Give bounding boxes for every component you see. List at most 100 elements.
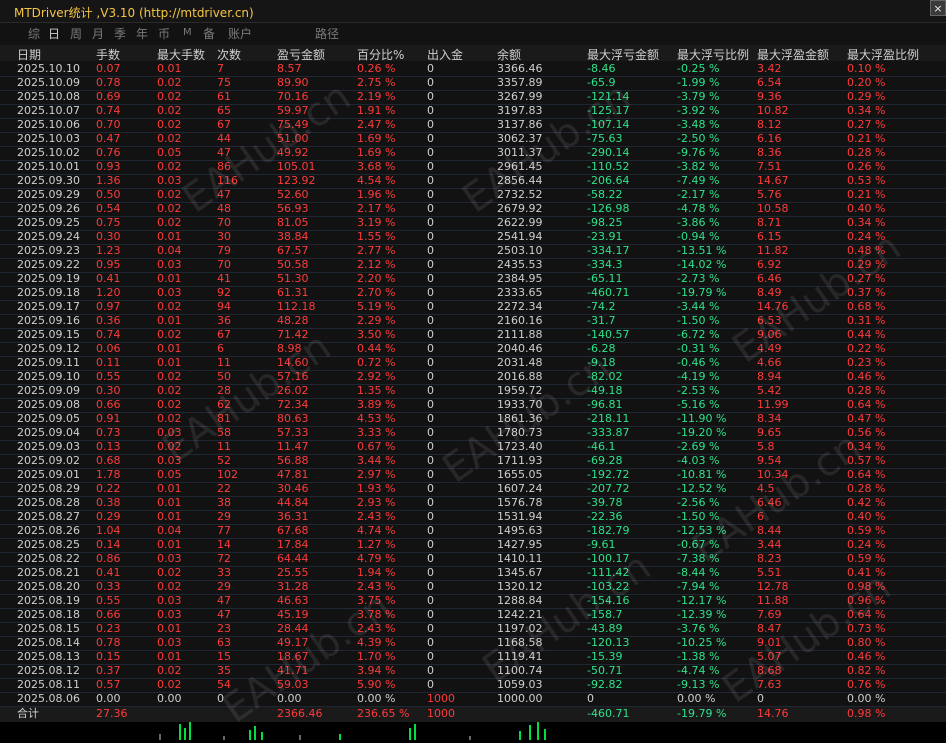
tab-summary[interactable]: 综 [28, 25, 40, 42]
close-button[interactable]: × [930, 0, 946, 16]
cell-trades: 77 [217, 524, 231, 537]
table-row[interactable]: 2025.08.11 0.57 0.02 54 59.03 5.90 % 0 1059.03 -… [0, 678, 946, 693]
table-row[interactable]: 2025.09.03 0.13 0.02 11 11.47 0.67 % 0 1723.40 -… [0, 440, 946, 455]
table-row[interactable]: 2025.08.19 0.55 0.03 47 46.63 3.75 % 0 1288.84 -… [0, 594, 946, 609]
table-row[interactable]: 2025.10.08 0.69 0.02 61 70.16 2.19 % 0 3267.99 -… [0, 90, 946, 105]
tab-daily[interactable]: 日 [48, 25, 60, 42]
header-lots[interactable]: 手数 [96, 46, 120, 63]
table-row[interactable]: 2025.09.04 0.73 0.03 58 57.33 3.33 % 0 1780.73 -… [0, 426, 946, 441]
header-max-lots[interactable]: 最大手数 [157, 46, 205, 63]
table-row[interactable]: 2025.09.22 0.95 0.03 70 50.58 2.12 % 0 2435.53 -… [0, 258, 946, 273]
header-percent[interactable]: 百分比% [357, 46, 404, 63]
table-row[interactable]: 2025.09.15 0.74 0.02 67 71.42 3.50 % 0 2111.88 -… [0, 328, 946, 343]
table-row[interactable]: 2025.08.18 0.66 0.03 47 45.19 3.78 % 0 1242.21 -… [0, 608, 946, 623]
cell-max-fp-amount: 4.66 [757, 356, 782, 369]
table-row[interactable]: 2025.08.27 0.29 0.01 29 36.31 2.43 % 0 1531.94 -… [0, 510, 946, 525]
cell-lots: 0.06 [96, 342, 121, 355]
header-deposit[interactable]: 出入金 [427, 46, 463, 63]
cell-lots: 0.55 [96, 594, 121, 607]
table-row[interactable]: 2025.09.30 1.36 0.03 116 123.92 4.54 % 0 2856.4… [0, 174, 946, 189]
total-max-fp-amount: 14.76 [757, 707, 789, 720]
tab-quarterly[interactable]: 季 [114, 25, 126, 42]
cell-max-dd-amount: -107.14 [587, 118, 630, 131]
table-row[interactable]: 2025.08.06 0.00 0.00 0 0.00 0.00 % 1000 1000.00… [0, 692, 946, 707]
cell-lots: 0.15 [96, 650, 121, 663]
table-row[interactable]: 2025.09.25 0.75 0.02 70 81.05 3.19 % 0 2622.99 -… [0, 216, 946, 231]
table-row[interactable]: 2025.09.08 0.66 0.02 62 72.34 3.89 % 0 1933.70 -… [0, 398, 946, 413]
table-row[interactable]: 2025.10.03 0.47 0.02 44 51.00 1.69 % 0 3062.37 -… [0, 132, 946, 147]
cell-percent: 1.96 % [357, 188, 396, 201]
header-trades[interactable]: 次数 [217, 46, 241, 63]
cell-pnl: 26.02 [277, 384, 309, 397]
table-row[interactable]: 2025.08.25 0.14 0.01 14 17.84 1.27 % 0 1427.95 -… [0, 538, 946, 553]
tab-yearly[interactable]: 年 [136, 25, 148, 42]
tab-weekly[interactable]: 周 [70, 25, 82, 42]
header-max-dd-amount[interactable]: 最大浮亏金额 [587, 46, 659, 63]
table-row[interactable]: 2025.08.22 0.86 0.03 72 64.44 4.79 % 0 1410.11 -… [0, 552, 946, 567]
cell-pnl: 59.97 [277, 104, 309, 117]
tab-symbol[interactable]: 币 [158, 25, 170, 42]
header-max-dd-pct[interactable]: 最大浮亏比例 [677, 46, 749, 63]
cell-date: 2025.09.24 [17, 230, 80, 243]
cell-max-dd-pct: -4.19 % [677, 370, 720, 383]
cell-trades: 47 [217, 608, 231, 621]
cell-lots: 0.74 [96, 328, 121, 341]
table-row[interactable]: 2025.09.09 0.30 0.02 28 26.02 1.35 % 0 1959.72 -… [0, 384, 946, 399]
cell-date: 2025.08.29 [17, 482, 80, 495]
table-row[interactable]: 2025.10.01 0.93 0.02 86 105.01 3.68 % 0 2961.45… [0, 160, 946, 175]
cell-max-dd-pct: -3.82 % [677, 160, 720, 173]
table-row[interactable]: 2025.09.18 1.20 0.03 92 61.31 2.70 % 0 2333.65 -… [0, 286, 946, 301]
table-row[interactable]: 2025.08.29 0.22 0.01 22 30.46 1.93 % 0 1607.24 -… [0, 482, 946, 497]
cell-trades: 28 [217, 384, 231, 397]
cell-max-lots: 0.01 [157, 356, 182, 369]
cell-pnl: 67.68 [277, 524, 309, 537]
header-max-fp-amount[interactable]: 最大浮盈金额 [757, 46, 829, 63]
table-row[interactable]: 2025.09.26 0.54 0.02 48 56.93 2.17 % 0 2679.92 -… [0, 202, 946, 217]
tab-account[interactable]: 账户 [228, 25, 252, 42]
table-row[interactable]: 2025.09.10 0.55 0.02 50 57.16 2.92 % 0 2016.88 -… [0, 370, 946, 385]
tab-path[interactable]: 路径 [315, 25, 339, 42]
cell-deposit: 0 [427, 286, 434, 299]
tab-bar: 综 日 周 月 季 年 币 M 备 账户 路径 [0, 24, 946, 42]
cell-pnl: 31.28 [277, 580, 309, 593]
table-row[interactable]: 2025.08.21 0.41 0.02 33 25.55 1.94 % 0 1345.67 -… [0, 566, 946, 581]
tab-monthly[interactable]: 月 [92, 25, 104, 42]
cell-max-fp-amount: 7.63 [757, 678, 782, 691]
header-balance[interactable]: 余额 [497, 46, 521, 63]
table-row[interactable]: 2025.08.26 1.04 0.04 77 67.68 4.74 % 0 1495.63 -… [0, 524, 946, 539]
table-row[interactable]: 2025.08.12 0.37 0.02 35 41.71 3.94 % 0 1100.74 -… [0, 664, 946, 679]
table-row[interactable]: 2025.08.14 0.78 0.03 63 49.17 4.39 % 0 1168.58 -… [0, 636, 946, 651]
table-row[interactable]: 2025.09.24 0.30 0.01 30 38.84 1.55 % 0 2541.94 -… [0, 230, 946, 245]
header-pnl[interactable]: 盈亏金额 [277, 46, 325, 63]
cell-max-lots: 0.02 [157, 160, 182, 173]
header-date[interactable]: 日期 [17, 46, 41, 63]
table-row[interactable]: 2025.10.10 0.07 0.01 7 8.57 0.26 % 0 3366.46 -8.… [0, 62, 946, 77]
table-row[interactable]: 2025.10.06 0.70 0.02 67 75.49 2.47 % 0 3137.86 -… [0, 118, 946, 133]
table-row[interactable]: 2025.10.09 0.78 0.02 75 89.90 2.75 % 0 3357.89 -… [0, 76, 946, 91]
table-row[interactable]: 2025.09.05 0.91 0.02 81 80.63 4.53 % 0 1861.36 -… [0, 412, 946, 427]
table-row[interactable]: 2025.09.16 0.36 0.01 36 48.28 2.29 % 0 2160.16 -… [0, 314, 946, 329]
table-row[interactable]: 2025.09.17 0.97 0.02 94 112.18 5.19 % 0 2272.34… [0, 300, 946, 315]
tab-notes[interactable]: 备 [203, 25, 215, 42]
table-row[interactable]: 2025.10.07 0.74 0.02 65 59.97 1.91 % 0 3197.83 -… [0, 104, 946, 119]
table-row[interactable]: 2025.09.29 0.50 0.02 47 52.60 1.96 % 0 2732.52 -… [0, 188, 946, 203]
cell-max-lots: 0.04 [157, 244, 182, 257]
header-max-fp-pct[interactable]: 最大浮盈比例 [847, 46, 919, 63]
table-row[interactable]: 2025.09.12 0.06 0.01 6 8.98 0.44 % 0 2040.46 -6.… [0, 342, 946, 357]
tab-magic[interactable]: M [183, 27, 192, 38]
table-row[interactable]: 2025.08.28 0.38 0.01 38 44.84 2.93 % 0 1576.78 -… [0, 496, 946, 511]
table-row[interactable]: 2025.08.15 0.23 0.01 23 28.44 2.43 % 0 1197.02 -… [0, 622, 946, 637]
table-row[interactable]: 2025.08.13 0.15 0.01 15 18.67 1.70 % 0 1119.41 -… [0, 650, 946, 665]
table-row[interactable]: 2025.09.11 0.11 0.01 11 14.60 0.72 % 0 2031.48 -… [0, 356, 946, 371]
cell-max-dd-amount: -15.39 [587, 650, 623, 663]
table-row[interactable]: 2025.09.01 1.78 0.05 102 47.81 2.97 % 0 1655.05… [0, 468, 946, 483]
cell-trades: 86 [217, 160, 231, 173]
cell-lots: 0.22 [96, 482, 121, 495]
cell-max-dd-amount: -100.17 [587, 552, 630, 565]
table-row[interactable]: 2025.09.23 1.23 0.04 79 67.57 2.77 % 0 2503.10 -… [0, 244, 946, 259]
table-row[interactable]: 2025.10.02 0.76 0.05 47 49.92 1.69 % 0 3011.37 -… [0, 146, 946, 161]
cell-trades: 6 [217, 342, 224, 355]
table-row[interactable]: 2025.09.02 0.68 0.03 52 56.88 3.44 % 0 1711.93 -… [0, 454, 946, 469]
table-row[interactable]: 2025.08.20 0.33 0.02 29 31.28 2.43 % 0 1320.12 -… [0, 580, 946, 595]
table-row[interactable]: 2025.09.19 0.41 0.01 41 51.30 2.20 % 0 2384.95 -… [0, 272, 946, 287]
